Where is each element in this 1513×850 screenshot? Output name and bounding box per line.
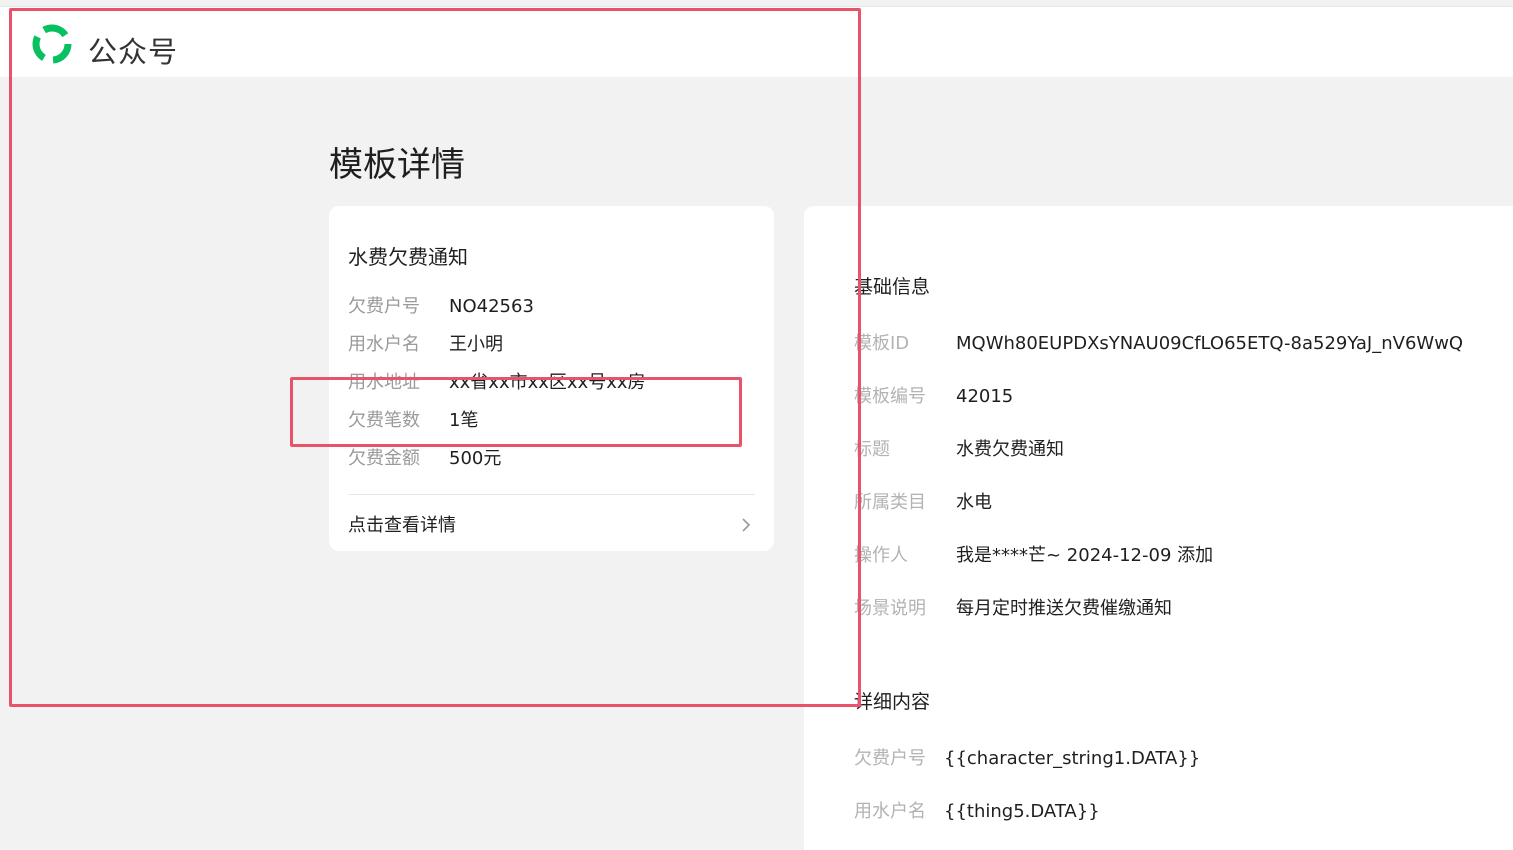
info-row-category: 所属类目 水电 (854, 488, 992, 514)
info-value: 每月定时推送欠费催缴通知 (956, 598, 1172, 619)
info-label: 模板ID (854, 333, 910, 354)
info-row-title: 标题 水费欠费通知 (854, 435, 1064, 461)
detail-value: {{thing5.DATA}} (944, 801, 1100, 822)
wechat-official-account-logo-icon[interactable] (31, 23, 73, 65)
basic-info-title: 基础信息 (854, 276, 931, 298)
brand-name[interactable]: 公众号 (88, 29, 178, 71)
info-row-template-number: 模板编号 42015 (854, 382, 1013, 408)
preview-field-username: 用水户名 王小明 (348, 330, 503, 356)
page-title: 模板详情 (329, 145, 465, 185)
info-row-scene: 场景说明 每月定时推送欠费催缴通知 (854, 594, 1172, 620)
top-bar: 公众号 (0, 6, 1513, 77)
preview-field-count: 欠费笔数 1笔 (348, 406, 478, 432)
field-label: 欠费笔数 (348, 410, 420, 431)
template-preview-card: 水费欠费通知 欠费户号 NO42563 用水户名 王小明 用水地址 xx省xx市xx区… (329, 206, 774, 551)
info-label: 场景说明 (854, 598, 926, 619)
preview-field-address: 用水地址 xx省xx市xx区xx号xx房 (348, 368, 646, 394)
info-value: 42015 (956, 386, 1014, 407)
info-row-template-id: 模板ID MQWh80EUPDXsYNAU09CfLO65ETQ-8a529YaJ… (854, 329, 1463, 355)
detail-row-username: 用水户名 {{thing5.DATA}} (854, 797, 1100, 823)
chevron-right-icon (742, 518, 751, 532)
info-value: 水费欠费通知 (956, 439, 1064, 460)
info-value: 我是****芒~ 2024-12-09 添加 (956, 545, 1214, 566)
field-label: 用水地址 (348, 372, 420, 393)
preview-field-amount: 欠费金额 500元 (348, 444, 501, 470)
info-value[interactable]: MQWh80EUPDXsYNAU09CfLO65ETQ-8a529YaJ_nV6… (956, 333, 1463, 354)
view-details-label: 点击查看详情 (348, 515, 456, 536)
preview-title: 水费欠费通知 (348, 245, 468, 269)
field-value: xx省xx市xx区xx号xx房 (449, 372, 646, 393)
field-value: 王小明 (449, 334, 503, 355)
field-value: NO42563 (449, 296, 534, 317)
field-label: 用水户名 (348, 334, 420, 355)
detail-label: 用水户名 (854, 801, 926, 822)
detail-row-account: 欠费户号 {{character_string1.DATA}} (854, 744, 1200, 770)
info-label: 所属类目 (854, 492, 926, 513)
view-details-link[interactable]: 点击查看详情 (348, 511, 755, 539)
field-label: 欠费户号 (348, 296, 420, 317)
preview-field-account: 欠费户号 NO42563 (348, 292, 534, 318)
info-label: 模板编号 (854, 386, 926, 407)
detail-content-title: 详细内容 (854, 691, 931, 713)
template-info-panel: 基础信息 模板ID MQWh80EUPDXsYNAU09CfLO65ETQ-8a5… (804, 206, 1513, 850)
info-row-operator: 操作人 我是****芒~ 2024-12-09 添加 (854, 541, 1213, 567)
info-label: 操作人 (854, 545, 908, 566)
info-label: 标题 (854, 439, 890, 460)
card-divider (348, 494, 755, 495)
field-value: 1笔 (449, 410, 479, 431)
field-label: 欠费金额 (348, 448, 420, 469)
info-value: 水电 (956, 492, 992, 513)
detail-label: 欠费户号 (854, 748, 926, 769)
field-value: 500元 (449, 448, 502, 469)
detail-value: {{character_string1.DATA}} (944, 748, 1201, 769)
